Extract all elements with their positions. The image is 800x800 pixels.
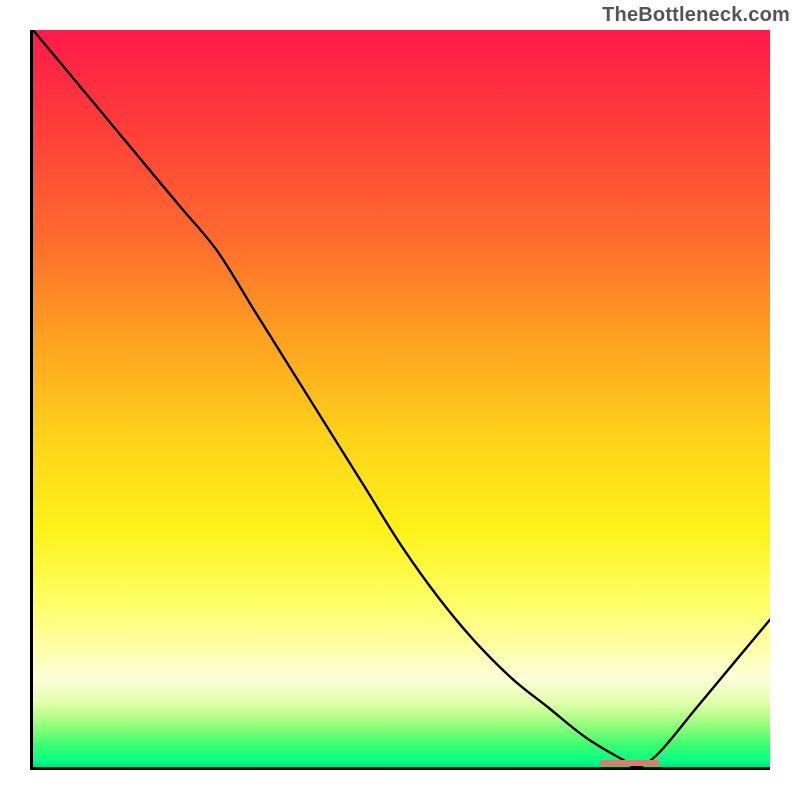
chart-minimum-marker [600, 760, 659, 766]
chart-axes [30, 30, 770, 770]
watermark-text: TheBottleneck.com [602, 4, 790, 27]
